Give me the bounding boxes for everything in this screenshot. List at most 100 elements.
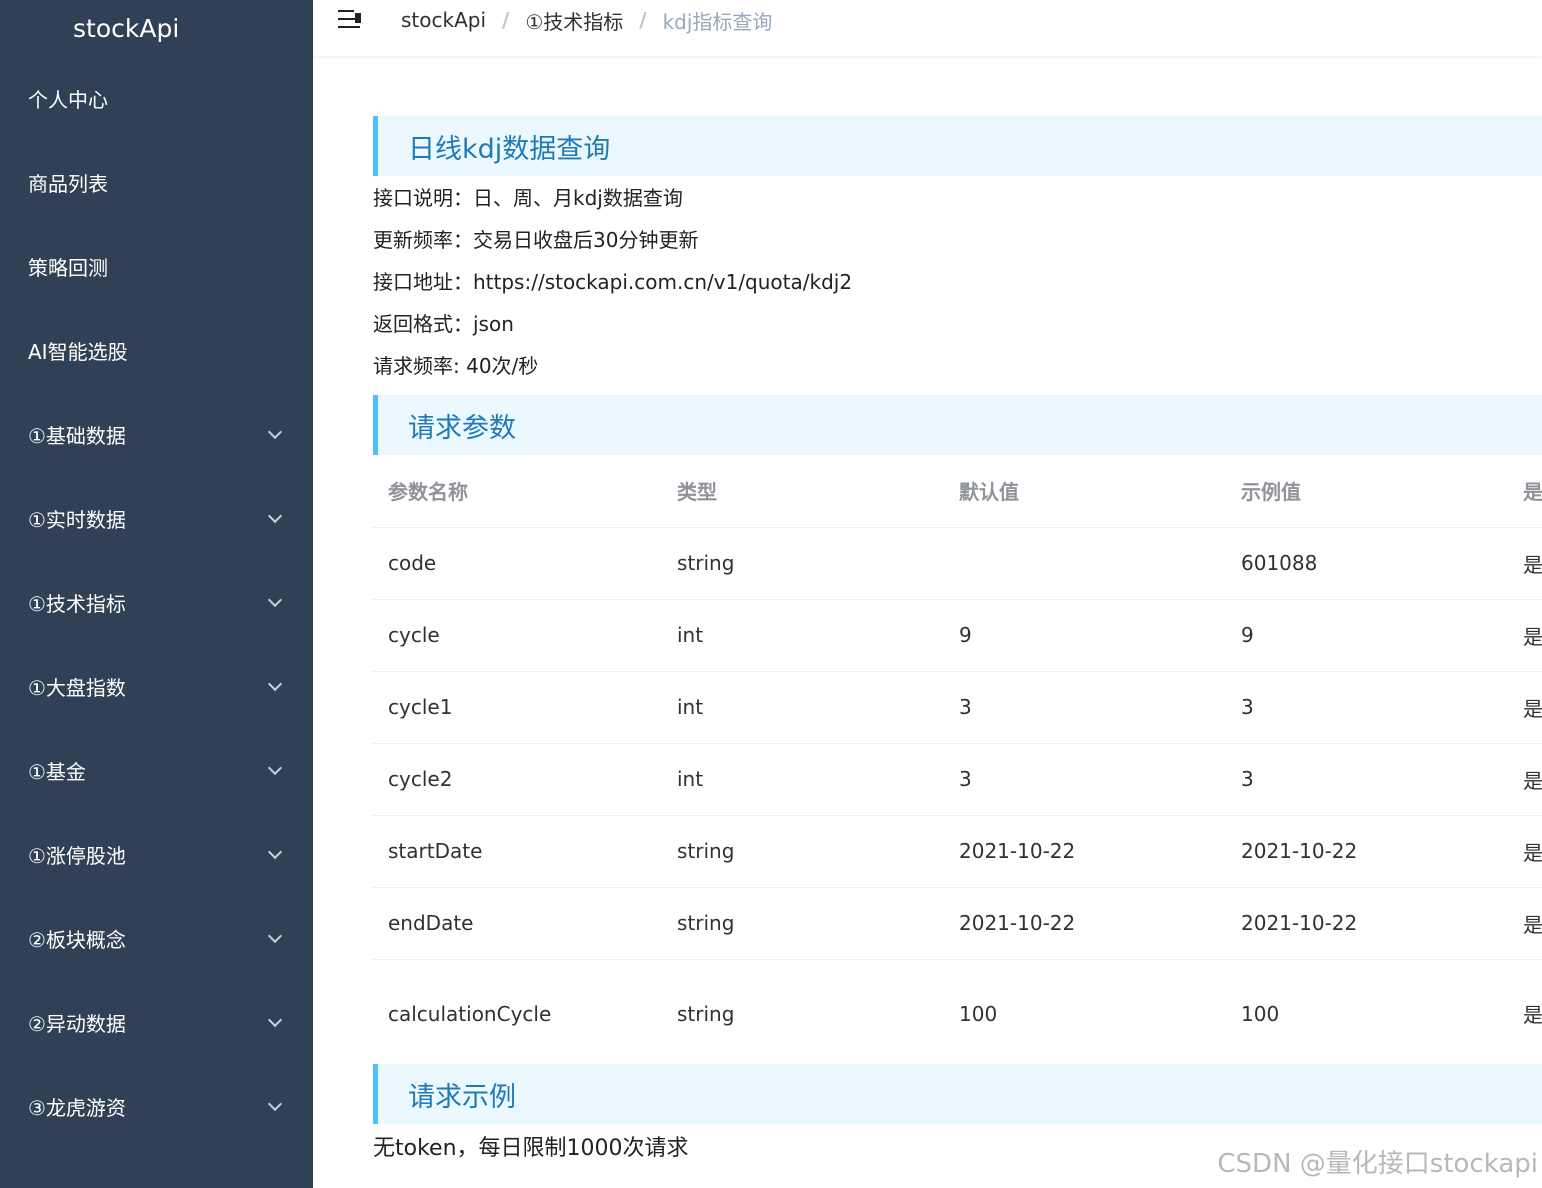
sidebar-item-fund[interactable]: ①基金 <box>0 728 313 812</box>
table-row: code string 601088 是 <box>373 527 1542 600</box>
breadcrumb-separator: / <box>502 8 510 32</box>
app-logo[interactable]: stockApi <box>0 0 313 56</box>
table-cell: startDate <box>373 815 662 888</box>
table-header-row: 参数名称 类型 默认值 示例值 是 <box>373 455 1542 528</box>
sidebar-item-market-index[interactable]: ①大盘指数 <box>0 644 313 728</box>
table-cell: string <box>662 815 944 888</box>
sidebar-item-product-list[interactable]: 商品列表 <box>0 140 313 224</box>
sidebar-item-label: 策略回测 <box>28 255 108 280</box>
table-cell: cycle <box>373 599 662 672</box>
chevron-down-icon <box>267 510 283 526</box>
table-cell <box>944 527 1226 600</box>
sidebar-item-label: ②板块概念 <box>28 927 126 952</box>
table-cell: endDate <box>373 887 662 960</box>
table-cell: cycle2 <box>373 743 662 816</box>
watermark: CSDN @量化接口stockapi <box>1217 1149 1538 1179</box>
sidebar-item-label: AI智能选股 <box>28 339 128 364</box>
table-cell: 2021-10-22 <box>944 815 1226 888</box>
api-description: 接口说明：日、周、月kdj数据查询 <box>373 186 683 210</box>
table-cell: 3 <box>1226 671 1508 744</box>
request-rate: 请求频率: 40次/秒 <box>373 354 539 378</box>
breadcrumb-item-category[interactable]: ①技术指标 <box>525 6 623 35</box>
sidebar-item-label: ①涨停股池 <box>28 843 126 868</box>
table-row: calculationCycle string 100 100 是 <box>373 959 1542 1064</box>
sidebar-item-basic-data[interactable]: ①基础数据 <box>0 392 313 476</box>
sidebar-item-technical-indicators[interactable]: ①技术指标 <box>0 560 313 644</box>
chevron-down-icon <box>267 426 283 442</box>
table-cell: 100 <box>1241 1001 1280 1026</box>
sidebar-item-abnormal-data[interactable]: ②异动数据 <box>0 980 313 1064</box>
table-cell: 3 <box>944 743 1226 816</box>
table-cell: string <box>677 1001 735 1026</box>
table-cell: int <box>662 599 944 672</box>
menu-toggle-icon[interactable] <box>338 7 364 33</box>
table-cell: string <box>662 887 944 960</box>
table-cell: 是 <box>1508 527 1542 600</box>
table-cell: 是 <box>1508 887 1542 960</box>
table-cell: 601088 <box>1226 527 1508 600</box>
table-cell: 3 <box>944 671 1226 744</box>
table-cell: string <box>662 527 944 600</box>
sidebar-item-limit-up-pool[interactable]: ①涨停股池 <box>0 812 313 896</box>
sidebar-item-label: ①大盘指数 <box>28 675 126 700</box>
chevron-down-icon <box>267 1098 283 1114</box>
sidebar-item-label: ①基金 <box>28 759 86 784</box>
table-row: cycle2 int 3 3 是 <box>373 743 1542 816</box>
chevron-down-icon <box>267 846 283 862</box>
sidebar-item-label: ②异动数据 <box>28 1011 126 1036</box>
update-frequency: 更新频率：交易日收盘后30分钟更新 <box>373 228 699 252</box>
table-cell: 2021-10-22 <box>944 887 1226 960</box>
sidebar-item-label: ①实时数据 <box>28 507 126 532</box>
column-header: 类型 <box>662 455 944 528</box>
sidebar-item-personal-center[interactable]: 个人中心 <box>0 56 313 140</box>
column-header: 参数名称 <box>373 455 662 528</box>
column-header: 是 <box>1508 455 1542 528</box>
sidebar-item-label: 个人中心 <box>28 87 108 112</box>
sidebar-item-dragon-tiger[interactable]: ③龙虎游资 <box>0 1064 313 1148</box>
table-cell: int <box>662 743 944 816</box>
table-cell: 9 <box>1226 599 1508 672</box>
sidebar-item-label: ①技术指标 <box>28 591 126 616</box>
table-cell: 是 <box>1508 815 1542 888</box>
sidebar-item-label: ③龙虎游资 <box>28 1095 126 1120</box>
main-content: 日线kdj数据查询 接口说明：日、周、月kdj数据查询 更新频率：交易日收盘后3… <box>373 56 1542 1188</box>
chevron-down-icon <box>267 930 283 946</box>
table-cell: 2021-10-22 <box>1226 815 1508 888</box>
table-cell: cycle1 <box>373 671 662 744</box>
sidebar-item-strategy-backtest[interactable]: 策略回测 <box>0 224 313 308</box>
sidebar-item-label: ①基础数据 <box>28 423 126 448</box>
chevron-down-icon <box>267 1014 283 1030</box>
return-format: 返回格式：json <box>373 312 514 336</box>
breadcrumb-item-current: kdj指标查询 <box>662 9 773 34</box>
table-cell: 是 <box>1508 743 1542 816</box>
table-row: cycle1 int 3 3 是 <box>373 671 1542 744</box>
sidebar-item-realtime-data[interactable]: ①实时数据 <box>0 476 313 560</box>
api-url: 接口地址：https://stockapi.com.cn/v1/quota/kd… <box>373 270 853 294</box>
table-row: cycle int 9 9 是 <box>373 599 1542 672</box>
table-row: endDate string 2021-10-22 2021-10-22 是 <box>373 887 1542 960</box>
table-cell: 2021-10-22 <box>1226 887 1508 960</box>
page-title: 日线kdj数据查询 <box>373 116 1542 176</box>
column-header: 默认值 <box>944 455 1226 528</box>
column-header: 示例值 <box>1226 455 1508 528</box>
chevron-down-icon <box>267 594 283 610</box>
table-cell: 是 <box>1508 671 1542 744</box>
sidebar-item-ai-stock-picking[interactable]: AI智能选股 <box>0 308 313 392</box>
breadcrumb-item-home[interactable]: stockApi <box>401 8 486 32</box>
sidebar-item-sector-concept[interactable]: ②板块概念 <box>0 896 313 980</box>
table-cell: 9 <box>944 599 1226 672</box>
table-cell: 是 <box>1523 1003 1542 1028</box>
table-cell: 是 <box>1508 599 1542 672</box>
sidebar-menu: 个人中心 商品列表 策略回测 AI智能选股 ①基础数据 ①实时数据 ①技术指标 … <box>0 56 313 1148</box>
example-section-title: 请求示例 <box>373 1064 1542 1124</box>
table-cell: code <box>373 527 662 600</box>
sidebar-item-label: 商品列表 <box>28 171 108 196</box>
chevron-down-icon <box>267 678 283 694</box>
api-info: 接口说明：日、周、月kdj数据查询 更新频率：交易日收盘后30分钟更新 接口地址… <box>373 176 1542 387</box>
breadcrumb-separator: / <box>639 8 647 32</box>
sidebar: stockApi 个人中心 商品列表 策略回测 AI智能选股 ①基础数据 ①实时… <box>0 0 313 1188</box>
params-table: 参数名称 类型 默认值 示例值 是 code string 601088 是 c… <box>373 455 1542 1064</box>
params-section-title: 请求参数 <box>373 395 1542 455</box>
table-cell: 3 <box>1226 743 1508 816</box>
chevron-down-icon <box>267 762 283 778</box>
